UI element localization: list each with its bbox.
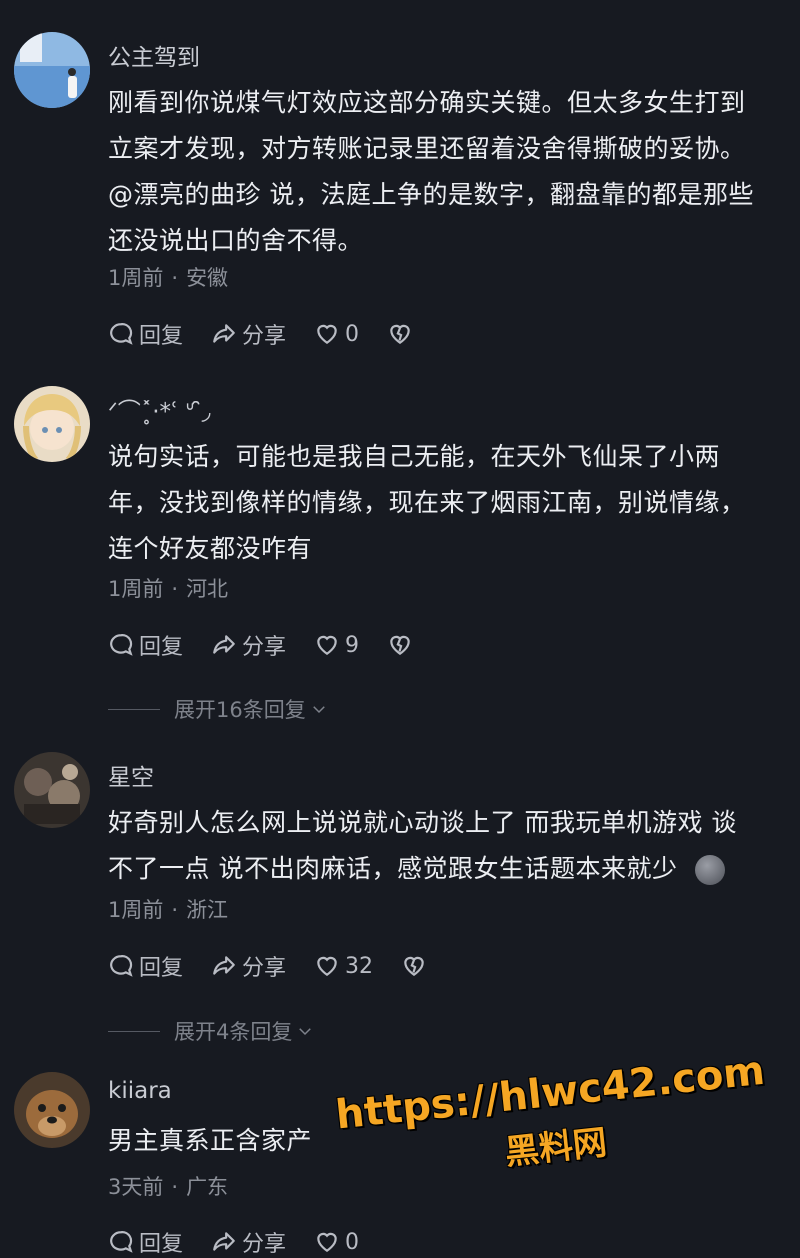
like-count: 32 — [345, 953, 374, 979]
divider — [108, 1030, 160, 1032]
reply-icon — [110, 634, 133, 656]
broken-heart-icon — [404, 956, 424, 976]
timestamp: 1周前 — [108, 898, 164, 922]
reply-button[interactable]: 回复 — [108, 1226, 183, 1258]
reply-icon — [110, 1231, 133, 1253]
share-button[interactable]: 分享 — [211, 950, 286, 982]
dislike-button[interactable] — [387, 632, 418, 658]
like-button[interactable]: 32 — [314, 953, 373, 979]
like-button[interactable]: 0 — [314, 1229, 359, 1255]
username[interactable]: 公主驾到 — [108, 38, 200, 72]
timestamp: 3天前 — [108, 1175, 164, 1199]
share-button[interactable]: 分享 — [211, 318, 286, 350]
avatar[interactable] — [14, 1072, 90, 1148]
comment-actions: 回复 分享 0 — [108, 1226, 387, 1258]
broken-heart-icon — [390, 635, 410, 655]
chevron-down-icon — [312, 706, 325, 714]
like-button[interactable]: 9 — [314, 632, 359, 658]
username[interactable]: kiiara — [108, 1078, 172, 1104]
comment-actions: 回复 分享 9 — [108, 629, 446, 661]
heart-icon — [317, 324, 337, 344]
username[interactable]: 星空 — [108, 758, 154, 792]
reply-button[interactable]: 回复 — [108, 629, 183, 661]
reply-button[interactable]: 回复 — [108, 950, 183, 982]
avatar[interactable] — [14, 386, 90, 462]
like-button[interactable]: 0 — [314, 321, 359, 347]
reply-icon — [110, 955, 133, 977]
like-count: 0 — [345, 1229, 360, 1255]
watermark: https://hlwc42.com 黑料网 — [314, 1046, 792, 1194]
comment-meta: 1周前 · 浙江 — [108, 898, 229, 922]
like-count: 9 — [345, 632, 360, 658]
heart-icon — [317, 1232, 337, 1252]
reply-icon — [110, 323, 133, 345]
location: 浙江 — [186, 898, 229, 922]
share-icon — [213, 1232, 235, 1251]
comment-actions: 回复 分享 32 — [108, 950, 460, 982]
heart-icon — [317, 956, 337, 976]
share-button[interactable]: 分享 — [211, 629, 286, 661]
expand-replies-button[interactable]: 展开16条回复 — [108, 694, 328, 724]
heart-icon — [317, 635, 337, 655]
timestamp: 1周前 — [108, 266, 164, 290]
share-icon — [213, 324, 235, 343]
comment-text: 刚看到你说煤气灯效应这部分确实关键。但太多女生打到 立案才发现，对方转账记录里还… — [108, 88, 754, 255]
emoji-icon — [695, 855, 726, 885]
avatar[interactable] — [14, 752, 90, 828]
divider — [108, 708, 160, 710]
dislike-button[interactable] — [387, 321, 418, 347]
comment-meta: 1周前 · 安徽 — [108, 266, 229, 290]
location: 安徽 — [186, 266, 229, 290]
share-icon — [213, 956, 235, 975]
expand-replies-button[interactable]: 展开4条回复 — [108, 1016, 314, 1046]
avatar[interactable] — [14, 32, 90, 108]
broken-heart-icon — [390, 324, 410, 344]
reply-button[interactable]: 回复 — [108, 318, 183, 350]
comment-meta: 3天前 · 广东 — [108, 1175, 229, 1199]
comment-text: 说句实话，可能也是我自己无能，在天外飞仙呆了小两 年，没找到像样的情缘，现在来了… — [108, 442, 746, 563]
chevron-down-icon — [299, 1028, 312, 1036]
username[interactable]: ᐟ⌒˟̥·*ʿ ᐡ ̑̑◞ — [108, 392, 211, 426]
share-icon — [213, 635, 235, 654]
dislike-button[interactable] — [401, 953, 432, 979]
timestamp: 1周前 — [108, 577, 164, 601]
comment-meta: 1周前 · 河北 — [108, 577, 229, 601]
comment-text: 好奇别人怎么网上说说就心动谈上了 而我玩单机游戏 谈 不了一点 说不出肉麻话，感… — [108, 808, 737, 885]
like-count: 0 — [345, 321, 360, 347]
comment-actions: 回复 分享 0 — [108, 318, 446, 350]
location: 广东 — [186, 1175, 229, 1199]
share-button[interactable]: 分享 — [211, 1226, 286, 1258]
location: 河北 — [186, 577, 229, 601]
